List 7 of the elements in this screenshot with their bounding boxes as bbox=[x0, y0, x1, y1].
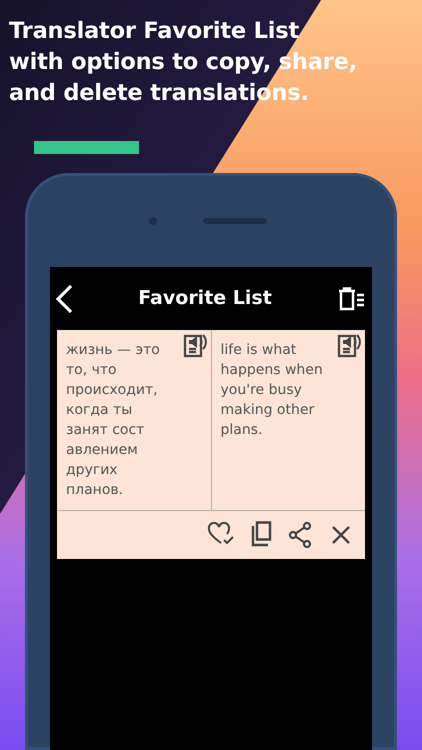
screen-title: Favorite List bbox=[138, 286, 272, 312]
speaker-slot bbox=[203, 218, 267, 224]
back-button[interactable] bbox=[54, 284, 74, 314]
camera-dot bbox=[149, 217, 157, 225]
favorite-text: life is what happens when you're busy making other plans. bbox=[220, 341, 324, 440]
speak-icon[interactable] bbox=[335, 332, 363, 360]
favorite-text: жизнь — это то, что происходит, когда ты занят сост авлением других планов. bbox=[66, 341, 161, 500]
